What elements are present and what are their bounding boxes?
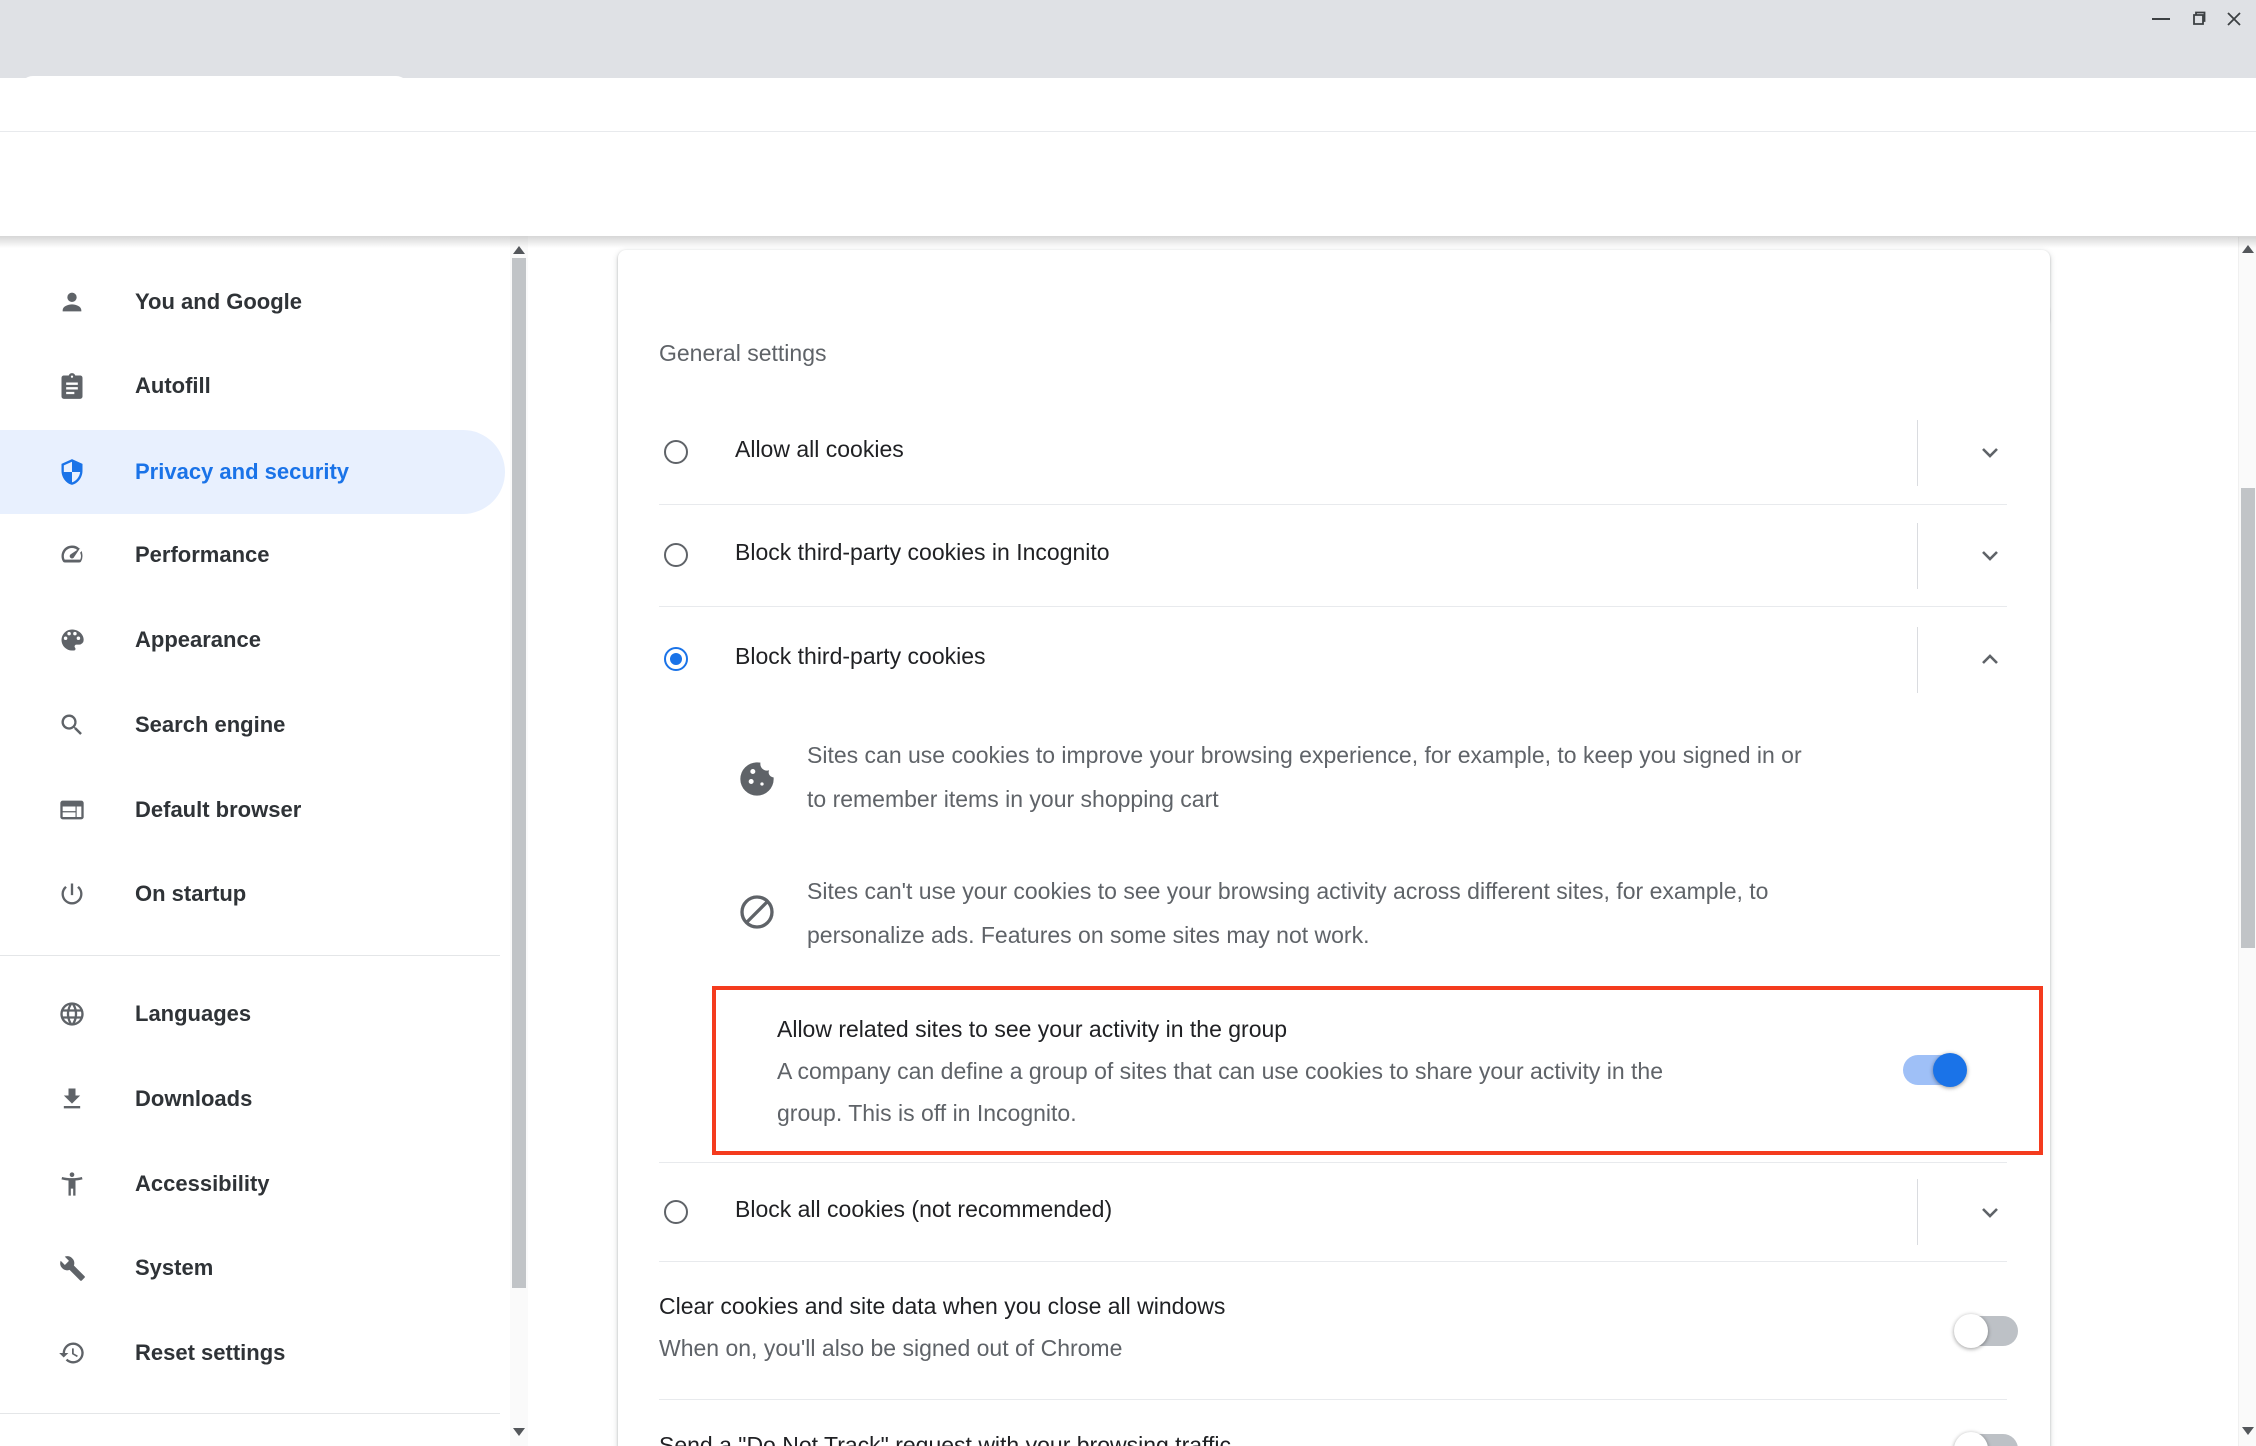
- globe-icon: [58, 1000, 86, 1028]
- sidebar-item-appearance[interactable]: Appearance: [0, 598, 505, 682]
- speedometer-icon: [58, 541, 86, 569]
- sidebar-item-system[interactable]: System: [0, 1226, 505, 1310]
- clear-cookies-toggle[interactable]: [1956, 1316, 2018, 1346]
- search-icon: [58, 711, 86, 739]
- row-divider: [1917, 420, 1918, 486]
- radio-row-allow-all-cookies[interactable]: Allow all cookies: [659, 400, 2007, 505]
- browser-window: Settings - Cookies and other si Chrome: [0, 0, 2256, 1446]
- accessibility-icon: [58, 1170, 86, 1198]
- tab-strip: Settings - Cookies and other si: [0, 38, 2256, 78]
- scroll-up-icon[interactable]: [2242, 245, 2254, 253]
- related-sites-toggle[interactable]: [1903, 1055, 1965, 1085]
- title-bar: [0, 0, 2256, 38]
- related-sites-description-line2: group. This is off in Incognito.: [777, 1092, 1077, 1134]
- row-divider: [1917, 627, 1918, 693]
- sidebar-item-performance[interactable]: Performance: [0, 513, 505, 597]
- scroll-down-icon[interactable]: [513, 1428, 525, 1436]
- restore-icon[interactable]: [2190, 11, 2206, 27]
- settings-header: D Settings: [0, 132, 2256, 236]
- scroll-down-icon[interactable]: [2242, 1427, 2254, 1435]
- minimize-icon[interactable]: [2152, 18, 2170, 20]
- blocked-icon: [737, 892, 777, 932]
- page-scrollbar-thumb[interactable]: [2241, 488, 2255, 948]
- chevron-down-icon[interactable]: [1975, 1197, 2005, 1227]
- row-divider: [1917, 1179, 1918, 1245]
- row-divider: [1917, 523, 1918, 589]
- section-title: General settings: [659, 340, 826, 367]
- chevron-down-icon[interactable]: [1975, 540, 2005, 570]
- person-icon: [58, 288, 86, 316]
- sidebar-item-downloads[interactable]: Downloads: [0, 1057, 505, 1141]
- sidebar-item-autofill[interactable]: Autofill: [0, 344, 505, 428]
- sidebar-scrollbar-thumb[interactable]: [512, 258, 526, 1288]
- sidebar-item-default-browser[interactable]: Default browser: [0, 768, 505, 852]
- wrench-icon: [58, 1254, 86, 1282]
- browser-toolbar: Chrome chrome://settings/cookies: [0, 78, 2256, 132]
- radio-block-3p-incognito[interactable]: [664, 543, 688, 567]
- radio-row-block-all[interactable]: Block all cookies (not recommended): [659, 1162, 2007, 1262]
- info-text-blocked: Sites can't use your cookies to see your…: [807, 869, 1768, 957]
- browser-window-icon: [58, 796, 86, 824]
- reset-clock-icon: [58, 1339, 86, 1367]
- shield-icon: [58, 458, 86, 486]
- related-sites-description-line1: A company can define a group of sites th…: [777, 1050, 1663, 1092]
- related-sites-title: Allow related sites to see your activity…: [777, 1012, 1287, 1046]
- sidebar-divider: [0, 955, 500, 956]
- toggle-row-do-not-track[interactable]: Send a "Do Not Track" request with your …: [659, 1400, 2007, 1446]
- radio-row-block-3p[interactable]: Block third-party cookies: [659, 607, 2007, 712]
- close-icon[interactable]: [2226, 11, 2242, 27]
- sidebar-nav: You and Google Autofill Privacy and secu…: [0, 236, 528, 1446]
- radio-allow-all-cookies[interactable]: [664, 440, 688, 464]
- sidebar-item-languages[interactable]: Languages: [0, 972, 505, 1056]
- radio-block-all[interactable]: [664, 1200, 688, 1224]
- toggle-row-clear-cookies[interactable]: Clear cookies and site data when you clo…: [659, 1262, 2007, 1400]
- palette-icon: [58, 626, 86, 654]
- sidebar-item-privacy-and-security[interactable]: Privacy and security: [0, 430, 505, 514]
- do-not-track-toggle[interactable]: [1956, 1434, 2018, 1446]
- sidebar-item-reset-settings[interactable]: Reset settings: [0, 1311, 505, 1395]
- info-text-cookies: Sites can use cookies to improve your br…: [807, 733, 1802, 821]
- page-scrollbar[interactable]: [2238, 237, 2256, 1446]
- sidebar-divider: [0, 1413, 500, 1414]
- power-icon: [58, 880, 86, 908]
- radio-block-3p[interactable]: [664, 647, 688, 671]
- sidebar-item-on-startup[interactable]: On startup: [0, 852, 505, 936]
- chevron-up-icon[interactable]: [1975, 644, 2005, 674]
- sidebar-item-you-and-google[interactable]: You and Google: [0, 260, 505, 344]
- settings-card: General settings Allow all cookies Block…: [618, 250, 2050, 1446]
- radio-row-block-3p-incognito[interactable]: Block third-party cookies in Incognito: [659, 505, 2007, 607]
- chevron-down-icon[interactable]: [1975, 437, 2005, 467]
- sidebar-scrollbar[interactable]: [510, 236, 528, 1446]
- sidebar-item-accessibility[interactable]: Accessibility: [0, 1142, 505, 1226]
- scroll-up-icon[interactable]: [513, 246, 525, 254]
- download-icon: [58, 1085, 86, 1113]
- cookie-icon: [737, 759, 777, 799]
- highlight-annotation-box: Allow related sites to see your activity…: [712, 986, 2043, 1155]
- sidebar-item-search-engine[interactable]: Search engine: [0, 683, 505, 767]
- clipboard-icon: [58, 372, 86, 400]
